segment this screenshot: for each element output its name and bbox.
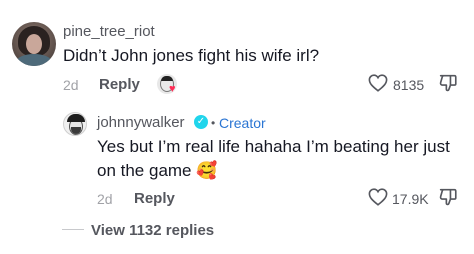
reply-text-line1: Yes but I’m real life hahaha I’m beating… (97, 137, 450, 156)
reply-date: 2d (97, 191, 113, 207)
commenter-avatar[interactable] (12, 22, 56, 66)
commenter-username[interactable]: pine_tree_riot (63, 23, 155, 40)
separator-dot: • (211, 116, 216, 130)
creator-avatar[interactable] (63, 112, 87, 136)
reply-like-button[interactable] (368, 188, 388, 206)
comment-date: 2d (63, 77, 79, 93)
thumbs-down-icon (439, 74, 457, 92)
creator-badge: Creator (219, 115, 266, 131)
view-replies-button[interactable]: View 1132 replies (91, 222, 214, 239)
comment-like-count: 8135 (393, 77, 425, 93)
verified-icon: ✓ (194, 115, 208, 129)
heart-outline-icon (368, 74, 388, 92)
reply-dislike-button[interactable] (439, 187, 457, 207)
comment-reply-button[interactable]: Reply (99, 76, 140, 93)
heart-outline-icon (368, 188, 388, 206)
reply-like-count: 17.9K (392, 191, 429, 207)
heart-icon: ♥ (169, 83, 176, 95)
reply-reply-button[interactable]: Reply (134, 190, 175, 207)
creator-liked-badge: ♥ (157, 74, 177, 95)
comment-like-button[interactable] (368, 74, 388, 92)
view-replies-divider (62, 229, 84, 230)
comment-text: Didn’t John jones fight his wife irl? (63, 46, 320, 65)
smiling-hearts-emoji: 🥰 (196, 161, 218, 181)
reply-text-line2: on the game (97, 161, 192, 180)
comment-dislike-button[interactable] (439, 73, 457, 93)
thumbs-down-icon (439, 188, 457, 206)
creator-username[interactable]: johnnywalker (97, 114, 185, 131)
